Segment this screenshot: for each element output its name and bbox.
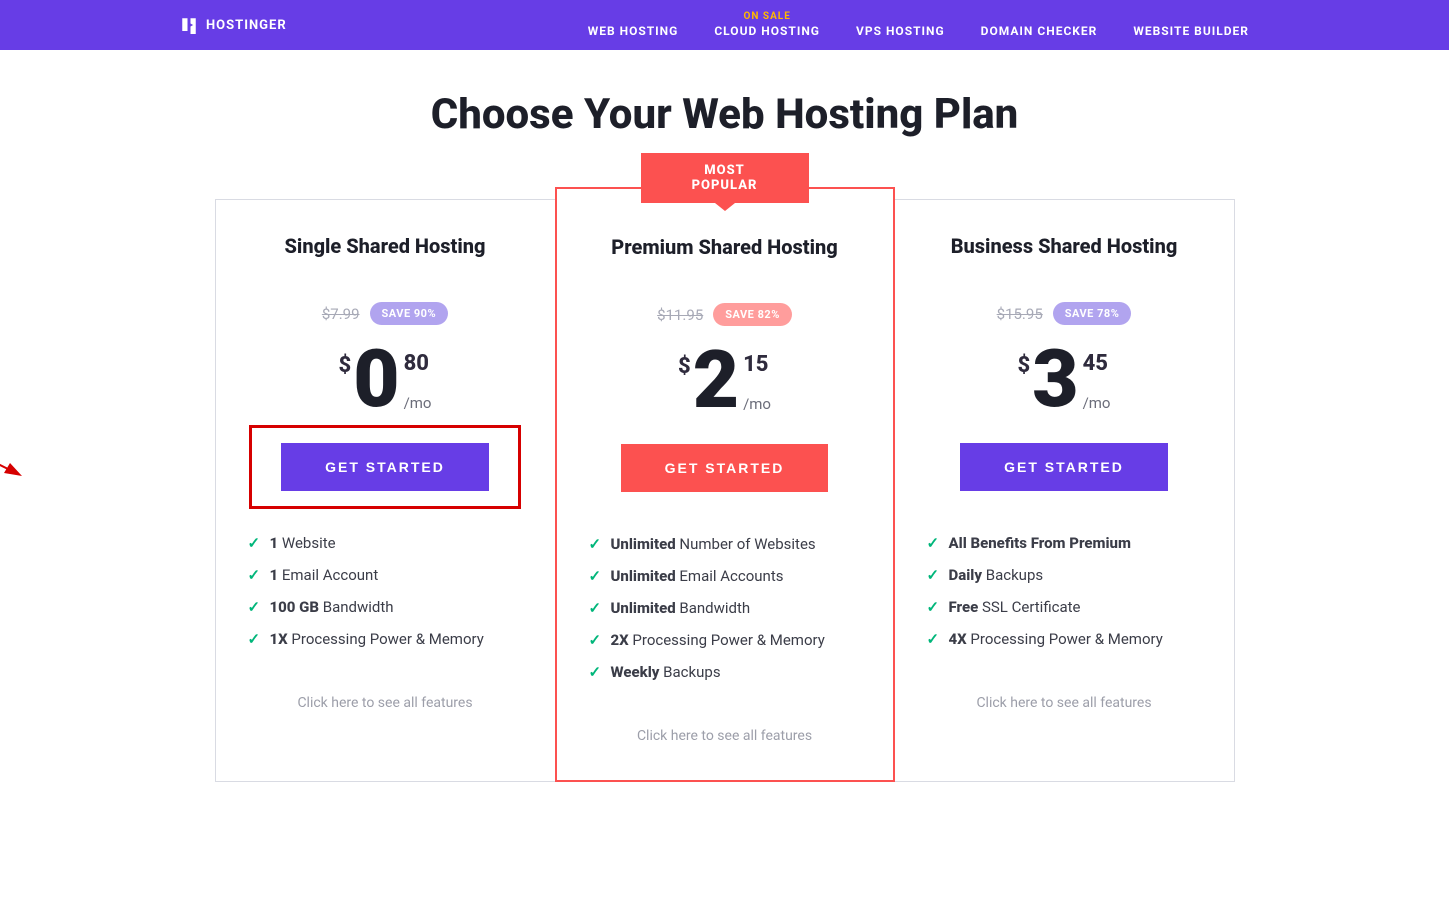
feature-list: ✓1 Website ✓1 Email Account ✓100 GB Band… (248, 527, 531, 655)
plan-title: Premium Shared Hosting (581, 235, 869, 259)
check-icon: ✓ (927, 566, 941, 584)
see-all-features-link[interactable]: Click here to see all features (240, 695, 531, 711)
old-price: $7.99 (322, 305, 360, 323)
check-icon: ✓ (248, 630, 262, 648)
nav-website-builder[interactable]: WEBSITE BUILDER (1133, 24, 1249, 38)
check-icon: ✓ (927, 630, 941, 648)
feature-list: ✓Unlimited Number of Websites ✓Unlimited… (589, 528, 869, 688)
feature-item: ✓1 Website (248, 527, 531, 559)
check-icon: ✓ (248, 534, 262, 552)
check-icon: ✓ (927, 598, 941, 616)
hostinger-icon (180, 16, 198, 34)
feature-item: ✓2X Processing Power & Memory (589, 624, 869, 656)
get-started-button[interactable]: GET STARTED (960, 443, 1168, 491)
on-sale-badge: ON SALE (714, 12, 820, 22)
most-popular-ribbon: MOST POPULAR (641, 153, 809, 203)
nav-web-hosting[interactable]: WEB HOSTING (588, 24, 679, 38)
feature-item: ✓Free SSL Certificate (927, 591, 1210, 623)
plan-single: Single Shared Hosting $7.99 SAVE 90% $ 0… (215, 199, 555, 782)
price: $ 0 80 /mo (240, 343, 531, 415)
feature-item: ✓100 GB Bandwidth (248, 591, 531, 623)
feature-item: ✓Unlimited Number of Websites (589, 528, 869, 560)
brand-text: HOSTINGER (206, 18, 287, 33)
old-price: $11.95 (657, 306, 703, 324)
feature-item: ✓Daily Backups (927, 559, 1210, 591)
save-badge: SAVE 78% (1053, 302, 1132, 325)
check-icon: ✓ (589, 631, 603, 649)
feature-item: ✓All Benefits From Premium (927, 527, 1210, 559)
nav-cloud-hosting[interactable]: ON SALE CLOUD HOSTING (714, 12, 820, 38)
feature-item: ✓Weekly Backups (589, 656, 869, 688)
plan-title: Single Shared Hosting (240, 234, 531, 258)
plan-premium: MOST POPULAR Premium Shared Hosting $11.… (555, 187, 895, 782)
feature-list: ✓All Benefits From Premium ✓Daily Backup… (927, 527, 1210, 655)
get-started-button[interactable]: GET STARTED (281, 443, 489, 491)
plan-business: Business Shared Hosting $15.95 SAVE 78% … (895, 199, 1235, 782)
top-nav: HOSTINGER WEB HOSTING ON SALE CLOUD HOST… (0, 0, 1449, 50)
nav-vps-hosting[interactable]: VPS HOSTING (856, 24, 945, 38)
save-badge: SAVE 90% (370, 302, 449, 325)
brand-logo[interactable]: HOSTINGER (180, 16, 287, 34)
check-icon: ✓ (248, 598, 262, 616)
feature-item: ✓Unlimited Email Accounts (589, 560, 869, 592)
get-started-button[interactable]: GET STARTED (621, 444, 829, 492)
feature-item: ✓Unlimited Bandwidth (589, 592, 869, 624)
feature-item: ✓4X Processing Power & Memory (927, 623, 1210, 655)
save-badge: SAVE 82% (713, 303, 792, 326)
see-all-features-link[interactable]: Click here to see all features (581, 728, 869, 744)
price: $ 2 15 /mo (581, 344, 869, 416)
see-all-features-link[interactable]: Click here to see all features (919, 695, 1210, 711)
check-icon: ✓ (927, 534, 941, 552)
annotation-arrow-icon (0, 429, 30, 479)
check-icon: ✓ (589, 599, 603, 617)
nav-domain-checker[interactable]: DOMAIN CHECKER (981, 24, 1098, 38)
feature-item: ✓1X Processing Power & Memory (248, 623, 531, 655)
feature-item: ✓1 Email Account (248, 559, 531, 591)
main-nav: WEB HOSTING ON SALE CLOUD HOSTING VPS HO… (588, 12, 1249, 38)
old-price: $15.95 (997, 305, 1043, 323)
check-icon: ✓ (589, 663, 603, 681)
check-icon: ✓ (589, 567, 603, 585)
price: $ 3 45 /mo (919, 343, 1210, 415)
page-title: Choose Your Web Hosting Plan (0, 90, 1449, 139)
check-icon: ✓ (248, 566, 262, 584)
plan-title: Business Shared Hosting (919, 234, 1210, 258)
plans-container: Single Shared Hosting $7.99 SAVE 90% $ 0… (0, 199, 1449, 822)
check-icon: ✓ (589, 535, 603, 553)
